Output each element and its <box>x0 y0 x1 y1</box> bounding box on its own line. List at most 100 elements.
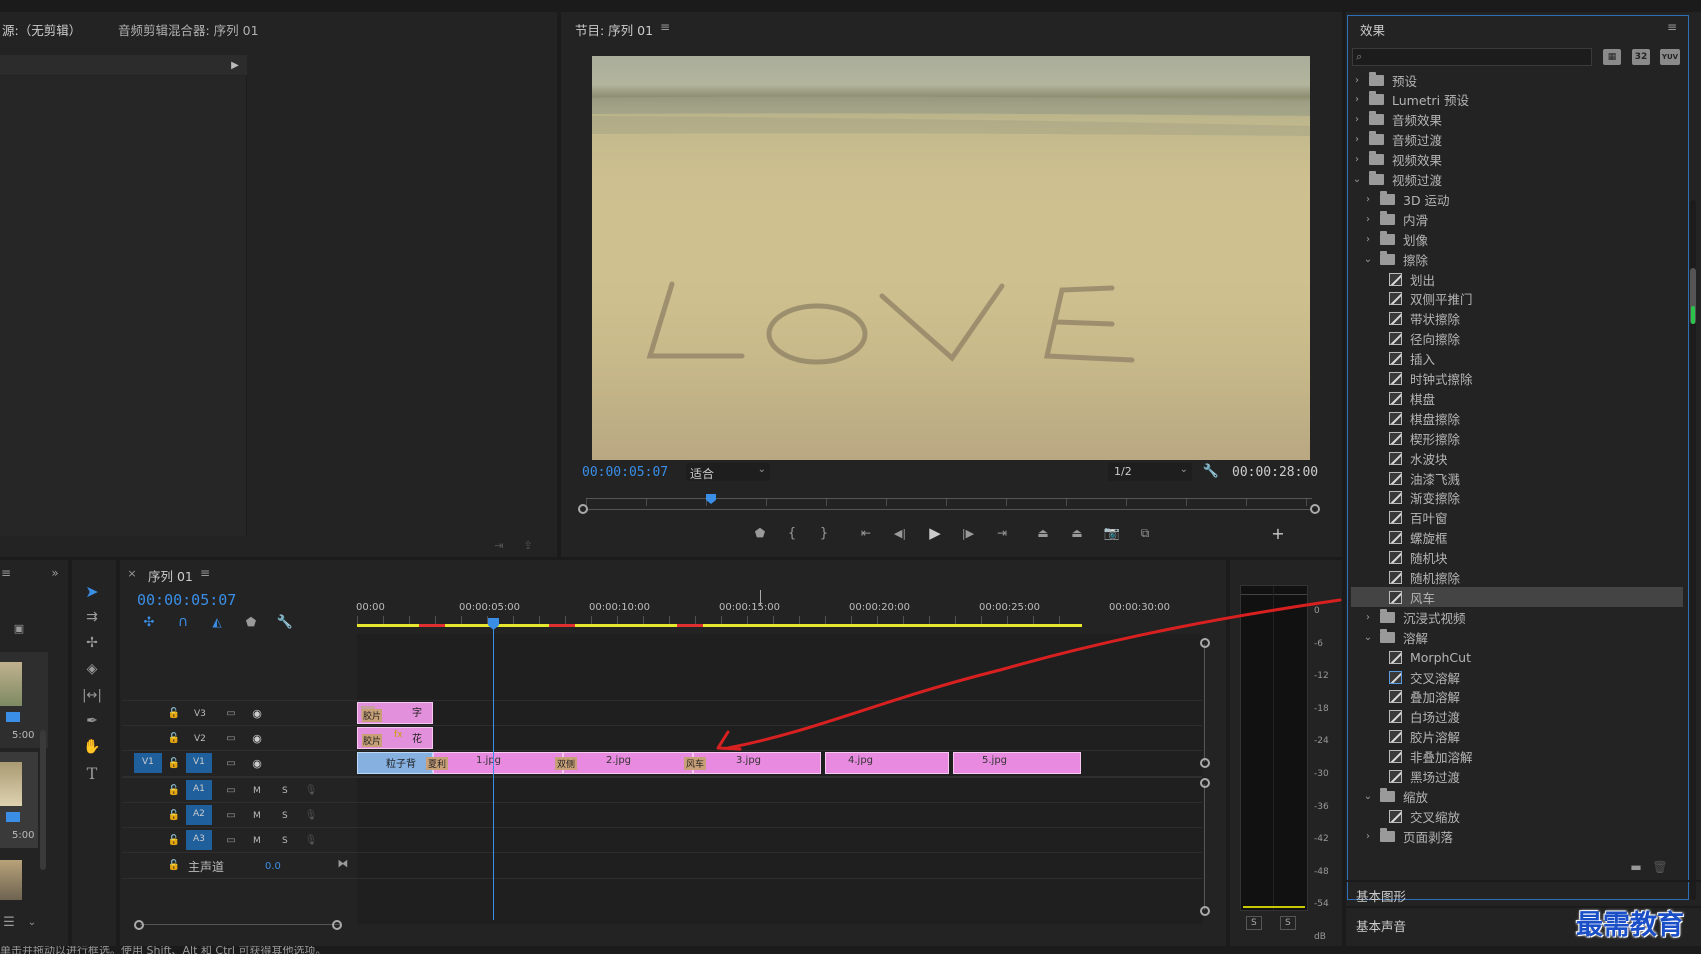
lock-icon[interactable]: 🔓 <box>168 756 180 770</box>
program-timecode[interactable]: 00:00:05:07 <box>582 465 668 480</box>
effects-item[interactable]: 插入 <box>1351 349 1683 369</box>
effects-folder[interactable]: › 内滑 <box>1351 209 1683 229</box>
effects-folder[interactable]: ⌄ 溶解 <box>1351 627 1683 647</box>
timeline-settings-wrench-icon[interactable]: 🔧 <box>276 614 294 630</box>
chevron-right-icon[interactable]: › <box>1362 194 1374 205</box>
solo-button[interactable]: S <box>282 811 288 821</box>
transition-block[interactable]: 夏利 <box>426 757 449 770</box>
source-patch-v1[interactable]: V1 <box>134 753 162 773</box>
effects-item[interactable]: 白场过渡 <box>1351 707 1683 727</box>
effects-folder[interactable]: › 音频过渡 <box>1351 130 1683 150</box>
program-scrubber[interactable] <box>578 494 1320 514</box>
timeline-hscroll[interactable] <box>134 920 344 930</box>
add-marker-icon[interactable]: ⬟ <box>752 525 768 541</box>
new-bin-icon[interactable]: ▣ <box>12 622 26 635</box>
export-frame-camera-icon[interactable]: 📷 <box>1103 525 1121 541</box>
chevron-right-icon[interactable]: › <box>1362 831 1374 842</box>
essential-graphics-tab[interactable]: 基本图形 <box>1356 886 1406 905</box>
v1-clip-1[interactable]: 1.jpg <box>433 752 563 774</box>
essential-sound-tab[interactable]: 基本声音 <box>1356 916 1406 935</box>
timeline-tab[interactable]: 序列 01 <box>148 566 193 585</box>
project-scrollbar[interactable] <box>40 730 46 870</box>
track-select-tool-icon[interactable]: ⇉ <box>80 606 104 628</box>
effects-item[interactable]: 棋盘擦除 <box>1351 408 1683 428</box>
accelerated-effects-icon[interactable]: ▦ <box>1603 49 1621 65</box>
panel-menu-icon[interactable]: ≡ <box>658 20 672 34</box>
fit-dropdown[interactable]: 适合 ⌄ <box>686 463 770 481</box>
chevron-down-icon[interactable]: ⌄ <box>1362 254 1374 265</box>
selection-tool-icon[interactable]: ➤ <box>80 580 104 602</box>
lock-icon[interactable]: 🔓 <box>168 858 180 872</box>
effects-item[interactable]: 胶片溶解 <box>1351 727 1683 747</box>
sync-lock-icon[interactable]: ▭ <box>224 833 238 847</box>
new-bin-folder-icon[interactable]: ▬ <box>1628 860 1644 874</box>
panel-menu-icon[interactable]: ≡ <box>1665 20 1679 34</box>
add-marker-blue-icon[interactable]: ◭ <box>208 614 226 630</box>
play-triangle-icon[interactable]: ▶ <box>228 58 242 72</box>
extract-icon[interactable]: ⏏ <box>1068 525 1086 541</box>
32bit-color-icon[interactable]: 32 <box>1632 49 1650 65</box>
sync-lock-icon[interactable]: ▭ <box>224 756 238 770</box>
chevron-right-icon[interactable]: › <box>1351 75 1363 86</box>
project-thumb-3[interactable] <box>0 860 22 900</box>
master-volume-value[interactable]: 0.0 <box>265 861 281 872</box>
ripple-edit-tool-icon[interactable]: ✢ <box>80 632 104 654</box>
effects-item[interactable]: 油漆飞溅 <box>1351 468 1683 488</box>
v1-clip-3[interactable]: 3.jpg <box>693 752 821 774</box>
microphone-icon[interactable]: 🎙 <box>305 833 318 847</box>
trash-icon[interactable]: 🗑 <box>1652 860 1668 874</box>
mute-button[interactable]: M <box>253 786 261 796</box>
lock-icon[interactable]: 🔓 <box>168 783 180 797</box>
effects-item[interactable]: 交叉溶解 <box>1351 667 1683 687</box>
effects-item[interactable]: MorphCut <box>1351 647 1683 667</box>
sync-lock-icon[interactable]: ▭ <box>224 706 238 720</box>
effects-scrollbar[interactable] <box>1690 200 1696 900</box>
effects-folder[interactable]: › 页面剥落 <box>1351 826 1683 846</box>
chevron-down-icon[interactable]: ⌄ <box>1362 791 1374 802</box>
chevron-right-icon[interactable]: › <box>1351 94 1363 105</box>
mark-in-icon[interactable]: { <box>784 525 800 541</box>
yuv-effects-icon[interactable]: YUV <box>1660 49 1680 65</box>
mark-out-icon[interactable]: } <box>816 525 832 541</box>
track-target-a1[interactable]: A1 <box>186 780 212 800</box>
effects-item[interactable]: 百叶窗 <box>1351 508 1683 528</box>
track-target-v1[interactable]: V1 <box>186 753 212 773</box>
timeline-playhead[interactable] <box>493 620 494 920</box>
lock-icon[interactable]: 🔓 <box>168 731 180 745</box>
chevron-right-icon[interactable]: › <box>1362 214 1374 225</box>
chevron-right-icon[interactable]: › <box>1362 234 1374 245</box>
v1-clip-2[interactable]: 2.jpg <box>563 752 693 774</box>
insert-icon[interactable]: ⇥ <box>492 538 506 552</box>
effects-item[interactable]: 黑场过渡 <box>1351 767 1683 787</box>
sync-lock-icon[interactable]: ▭ <box>224 808 238 822</box>
solo-button[interactable]: S <box>282 836 288 846</box>
timeline-vscroll-bottom[interactable] <box>1200 778 1210 916</box>
effects-item[interactable]: 双侧平推门 <box>1351 289 1683 309</box>
track-target-a2[interactable]: A2 <box>186 805 212 825</box>
button-editor-plus-icon[interactable]: + <box>1270 524 1286 543</box>
track-target-a3[interactable]: A3 <box>186 830 212 850</box>
slip-tool-icon[interactable]: |↔| <box>80 684 104 706</box>
effects-search-input[interactable]: ⌕ <box>1352 48 1592 66</box>
export-icon[interactable]: ⇪ <box>521 538 535 552</box>
effects-item[interactable]: 渐变擦除 <box>1351 488 1683 508</box>
v1-clip-4[interactable]: 4.jpg <box>825 752 949 774</box>
v1-clip-5[interactable]: 5.jpg <box>953 752 1081 774</box>
sync-lock-icon[interactable]: ▭ <box>224 731 238 745</box>
chevron-down-icon[interactable]: ⌄ <box>1362 632 1374 643</box>
microphone-icon[interactable]: 🎙 <box>305 808 318 822</box>
lock-icon[interactable]: 🔓 <box>168 706 180 720</box>
timeline-vscroll-top[interactable] <box>1200 638 1210 768</box>
effects-folder[interactable]: ⌄ 缩放 <box>1351 786 1683 806</box>
hand-tool-icon[interactable]: ✋ <box>80 736 104 758</box>
compare-view-icon[interactable]: ⧉ <box>1136 525 1154 541</box>
chevron-down-icon[interactable]: ⌄ <box>1351 174 1363 185</box>
close-icon[interactable]: × <box>126 566 138 580</box>
transition-block-windmill[interactable]: 风车 <box>684 757 707 770</box>
v2-title-clip[interactable]: 胶片 fx 花 <box>357 727 433 749</box>
v3-title-clip[interactable]: 胶片 字 <box>357 702 433 724</box>
lock-icon[interactable]: 🔓 <box>168 833 180 847</box>
marker-icon[interactable]: ⬟ <box>242 614 260 630</box>
pen-tool-icon[interactable]: ✒ <box>80 710 104 732</box>
chevron-right-icon[interactable]: › <box>1362 612 1374 623</box>
